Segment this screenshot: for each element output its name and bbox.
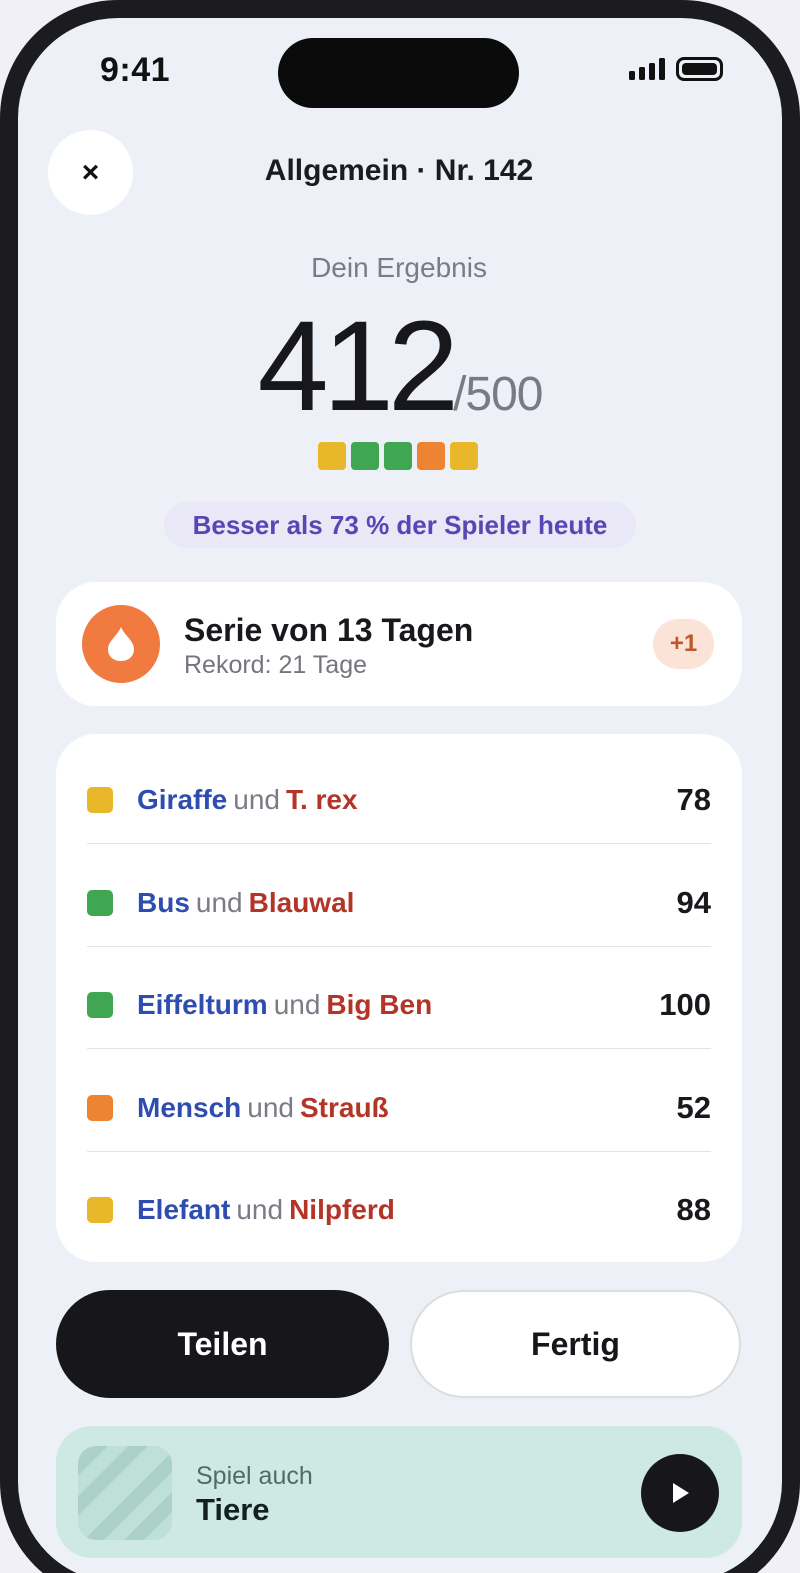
round-score: 78 — [676, 782, 711, 817]
result-square — [351, 442, 379, 470]
round-color-square — [87, 1094, 113, 1121]
round-score: 52 — [676, 1089, 711, 1125]
score-display: 412/500 — [18, 302, 782, 432]
round-item-b: T. rex — [285, 784, 358, 815]
round-color-square — [87, 787, 113, 813]
round-connector: und — [233, 784, 280, 815]
streak-increment-badge: +1 — [653, 619, 714, 669]
round-score: 100 — [659, 987, 711, 1022]
streak-record: Rekord: 21 Tage — [184, 651, 367, 679]
round-item-a: Bus — [137, 886, 190, 918]
round-item-b: Big Ben — [326, 989, 433, 1020]
round-row[interactable]: Giraffe und T. rex 78 — [87, 742, 711, 844]
round-score: 88 — [676, 1192, 711, 1227]
round-pair: Mensch und Strauß — [137, 1092, 389, 1124]
promo-thumbnail — [78, 1446, 172, 1540]
round-color-square — [87, 992, 113, 1018]
phone-frame: 9:41 × Allgemein · Nr. 142 Dein Ergebnis… — [0, 0, 800, 1573]
round-connector: und — [236, 1194, 284, 1225]
round-pair: Elefant und Nilpferd — [137, 1194, 395, 1226]
round-item-a: Mensch — [137, 1091, 242, 1123]
round-color-square — [87, 889, 113, 916]
round-pair: Giraffe und T. rex — [137, 784, 358, 816]
signal-icon — [629, 58, 665, 80]
promo-card[interactable]: Spiel auch Tiere — [56, 1426, 742, 1558]
round-pair: Eiffelturm und Big Ben — [137, 989, 432, 1021]
round-item-a: Giraffe — [137, 784, 228, 815]
result-square — [417, 442, 445, 470]
score-value: 412 — [257, 295, 460, 438]
result-label: Dein Ergebnis — [311, 252, 487, 283]
round-result-squares — [318, 442, 478, 470]
round-color-square — [87, 1197, 113, 1223]
streak-title: Serie von 13 Tagen — [184, 612, 474, 648]
round-connector: und — [273, 989, 321, 1020]
battery-icon — [676, 57, 723, 81]
round-score: 94 — [676, 884, 711, 920]
promo-title: Tiere — [196, 1492, 270, 1527]
dynamic-island — [278, 38, 519, 108]
done-button[interactable]: Fertig — [410, 1290, 741, 1398]
round-connector: und — [195, 886, 243, 918]
result-square — [384, 442, 412, 470]
round-row[interactable]: Bus und Blauwal 94 — [87, 845, 711, 947]
round-pair: Bus und Blauwal — [137, 887, 354, 919]
round-item-a: Elefant — [137, 1194, 231, 1225]
result-square — [450, 442, 478, 470]
round-item-b: Strauß — [299, 1091, 389, 1123]
share-button[interactable]: Teilen — [56, 1290, 389, 1398]
round-row[interactable]: Eiffelturm und Big Ben 100 — [87, 947, 711, 1049]
flame-icon — [82, 605, 160, 683]
promo-subtitle: Spiel auch — [196, 1462, 313, 1490]
play-icon — [673, 1483, 689, 1503]
streak-card: Serie von 13 Tagen Rekord: 21 Tage +1 — [56, 582, 742, 706]
score-total: /500 — [453, 368, 543, 421]
header-title: Allgemein · Nr. 142 — [264, 154, 534, 187]
play-button[interactable] — [641, 1454, 719, 1532]
round-row[interactable]: Mensch und Strauß 52 — [87, 1050, 711, 1152]
rounds-list: Giraffe und T. rex 78 Bus und Blauwal 94 Eiffelt… — [56, 734, 742, 1262]
round-row[interactable]: Elefant und Nilpferd 88 — [87, 1152, 711, 1254]
status-time: 9:41 — [100, 51, 171, 89]
percentile-badge: Besser als 73 % der Spieler heute — [164, 502, 636, 548]
round-item-b: Nilpferd — [289, 1194, 395, 1225]
round-item-b: Blauwal — [248, 886, 355, 918]
round-item-a: Eiffelturm — [137, 989, 268, 1020]
screen: 9:41 × Allgemein · Nr. 142 Dein Ergebnis… — [18, 18, 782, 1573]
result-square — [318, 442, 346, 470]
round-connector: und — [247, 1091, 294, 1123]
